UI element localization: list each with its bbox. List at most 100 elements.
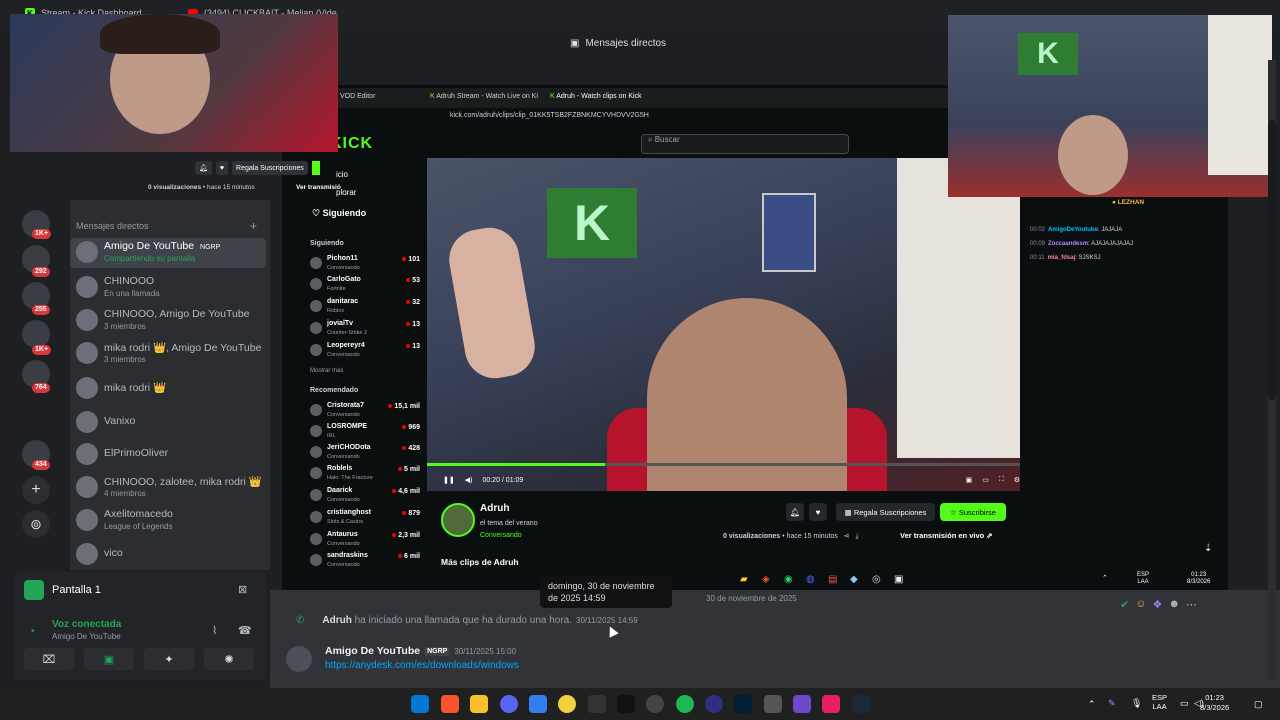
fullscreen-icon[interactable]: ⛶: [999, 476, 1004, 484]
avatar[interactable]: [286, 646, 312, 672]
share-screen-button[interactable]: ▣: [84, 648, 134, 670]
disconnect-icon[interactable]: ☎: [238, 624, 252, 637]
notifications-icon[interactable]: ▢: [1254, 699, 1263, 710]
add-dm-icon[interactable]: +: [250, 219, 257, 233]
kick-tab[interactable]: VOD Editor: [340, 93, 375, 100]
pause-icon[interactable]: ❚❚: [443, 476, 455, 484]
spotify-icon[interactable]: [676, 695, 694, 713]
bell-icon[interactable]: 🔔︎: [786, 503, 804, 521]
file-explorer-icon[interactable]: [470, 695, 488, 713]
channel-item[interactable]: CarloGato Fortnite 53: [310, 276, 420, 296]
noise-suppression-icon[interactable]: ⌇: [212, 624, 217, 637]
bell-icon[interactable]: 🔔︎: [195, 161, 212, 175]
following-title[interactable]: ♡ Siguiendo: [312, 208, 366, 219]
channel-item[interactable]: Antaurus Conversando 2,3 mil: [310, 531, 420, 551]
brave-icon[interactable]: [441, 695, 459, 713]
channel-avatar[interactable]: [441, 503, 475, 537]
dm-item[interactable]: CHINOOO, Amigo De YouTube 3 miembros: [70, 306, 266, 336]
dm-item[interactable]: vico: [70, 540, 266, 570]
dm-item[interactable]: Axelitomacedo League of Legends: [70, 506, 266, 536]
kick-tab[interactable]: K Adruh Stream - Watch Live on Ki: [430, 93, 538, 100]
dm-item[interactable]: mika rodri 👑, Amigo De YouTube 3 miembro…: [70, 339, 266, 369]
watch-live-link[interactable]: Ver transmisión en vivo ⇗: [900, 531, 993, 540]
more-icon[interactable]: ⋯: [1186, 598, 1197, 611]
channel-item[interactable]: jovialTv Counter-Strike 2 13: [310, 320, 420, 340]
channel-item[interactable]: Cristorata7 Conversando 15,1 mil: [310, 402, 420, 422]
channel-item[interactable]: sandraskins Conversando 6 mil: [310, 552, 420, 572]
nitro-icon[interactable]: ❖: [1152, 598, 1162, 611]
volume-icon[interactable]: ◀): [465, 476, 473, 484]
scroll-down-icon[interactable]: ⇣: [1204, 543, 1212, 554]
chrome-icon[interactable]: [646, 695, 664, 713]
check-icon[interactable]: ✔: [1120, 598, 1129, 611]
soundboard-button[interactable]: ✺: [204, 648, 254, 670]
channel-item[interactable]: LOSROMPE IRL 969: [310, 423, 420, 443]
mini-watch-live[interactable]: Ver transmisió: [296, 184, 341, 191]
pen-icon[interactable]: ✎: [1108, 698, 1116, 709]
photoshop-icon[interactable]: [734, 695, 752, 713]
chat-toolbar: ✔ ☺ ❖ ☻ ⋯: [1120, 598, 1197, 611]
channel-item[interactable]: Leopereyr4 Conversando 13: [310, 342, 420, 362]
steam-icon[interactable]: [852, 695, 870, 713]
reaction-icon[interactable]: ☻: [1168, 598, 1180, 611]
tiktok-live-icon[interactable]: [822, 695, 840, 713]
dm-item[interactable]: Vanixo: [70, 408, 266, 438]
dm-item[interactable]: ElPrimoOliver: [70, 440, 266, 470]
webcam-hair: [100, 14, 220, 54]
add-server-icon[interactable]: +: [22, 476, 50, 504]
channel-item[interactable]: JeriCHODota Conversando 428: [310, 444, 420, 464]
heart-icon[interactable]: ♥: [215, 161, 229, 175]
gift-subs-button[interactable]: ▦ Regala Suscripciones: [836, 503, 935, 521]
dm-item[interactable]: CHINOOO En una llamada: [70, 273, 266, 303]
language-indicator[interactable]: ESP LAA: [1152, 693, 1167, 711]
network-icon[interactable]: ▭: [1180, 698, 1189, 709]
channel-item[interactable]: danitarac Roblox 32: [310, 298, 420, 318]
channel-item[interactable]: Daarick Conversando 4,6 mil: [310, 487, 420, 507]
kick-menu-home[interactable]: icio: [336, 170, 348, 179]
avatar: [310, 533, 322, 545]
app-icon[interactable]: [764, 695, 782, 713]
clip-icon[interactable]: ▣: [966, 476, 973, 484]
kick-url-bar[interactable]: kick.com/adruh/clips/clip_01KK5TSB2FZBNK…: [450, 112, 950, 126]
clock[interactable]: 01:23 8/3/2026: [1200, 693, 1229, 713]
explore-icon[interactable]: ⊚: [22, 510, 50, 538]
video-progress-bar[interactable]: [427, 463, 1020, 466]
close-stream-icon[interactable]: ⊠: [238, 583, 247, 596]
emoji-icon[interactable]: ☺: [1135, 598, 1146, 611]
dm-item[interactable]: CHINOOO, zalotee, mika rodri 👑 4 miembro…: [70, 473, 266, 503]
server-icon[interactable]: [22, 320, 50, 348]
discord-icon[interactable]: [500, 695, 518, 713]
heart-icon[interactable]: ♥: [809, 503, 827, 521]
show-more-link[interactable]: Mostrar más: [310, 368, 343, 374]
channel-item[interactable]: Pichon11 Conversando 101: [310, 255, 420, 275]
message-link[interactable]: https://anydesk.com/es/downloads/windows: [325, 660, 519, 671]
app-icon[interactable]: [793, 695, 811, 713]
tray-chevron-icon[interactable]: ⌃: [1088, 699, 1096, 710]
camera-off-button[interactable]: ⌧: [24, 648, 74, 670]
channel-name[interactable]: Adruh: [480, 503, 509, 514]
message-author[interactable]: Amigo De YouTube NGRP 30/11/2025 15:00: [325, 645, 516, 657]
capcut-icon[interactable]: [588, 695, 606, 713]
subscribe-button-partial[interactable]: [311, 161, 320, 175]
subscribe-button[interactable]: ☆ Suscribirse: [940, 503, 1006, 521]
photos-icon[interactable]: [529, 695, 547, 713]
dm-item[interactable]: mika rodri 👑: [70, 374, 266, 404]
dm-item[interactable]: Amigo De YouTube NGRP Compartiendo su pa…: [70, 238, 266, 268]
theater-icon[interactable]: ▭: [982, 476, 989, 484]
channel-item[interactable]: Roblels Halo: The Fracture 5 mil: [310, 465, 420, 485]
gift-subs-button[interactable]: Regala Suscripciones: [232, 161, 308, 175]
channel-category[interactable]: Conversando: [480, 532, 522, 539]
obs-icon[interactable]: [705, 695, 723, 713]
kick-search-input[interactable]: ⌕ Buscar: [641, 134, 849, 154]
kick-menu-explore[interactable]: plorar: [336, 188, 356, 197]
video-player[interactable]: K ❚❚ ◀) 00:20 / 01:09 ▣ ▭ ⛶ ⚙: [427, 158, 1020, 491]
scrollbar[interactable]: [1268, 60, 1276, 680]
mic-icon[interactable]: 🎙︎: [1131, 698, 1142, 709]
settings-icon[interactable]: ⚙: [1014, 476, 1020, 484]
channel-item[interactable]: cristianghost Slots & Casino 879: [310, 509, 420, 529]
app-icon[interactable]: [558, 695, 576, 713]
activities-button[interactable]: ✦: [144, 648, 194, 670]
kick-tab-active[interactable]: K Adruh - Watch clips on Kick: [550, 93, 642, 100]
tiktok-icon[interactable]: [617, 695, 635, 713]
windows-start-icon[interactable]: [411, 695, 429, 713]
